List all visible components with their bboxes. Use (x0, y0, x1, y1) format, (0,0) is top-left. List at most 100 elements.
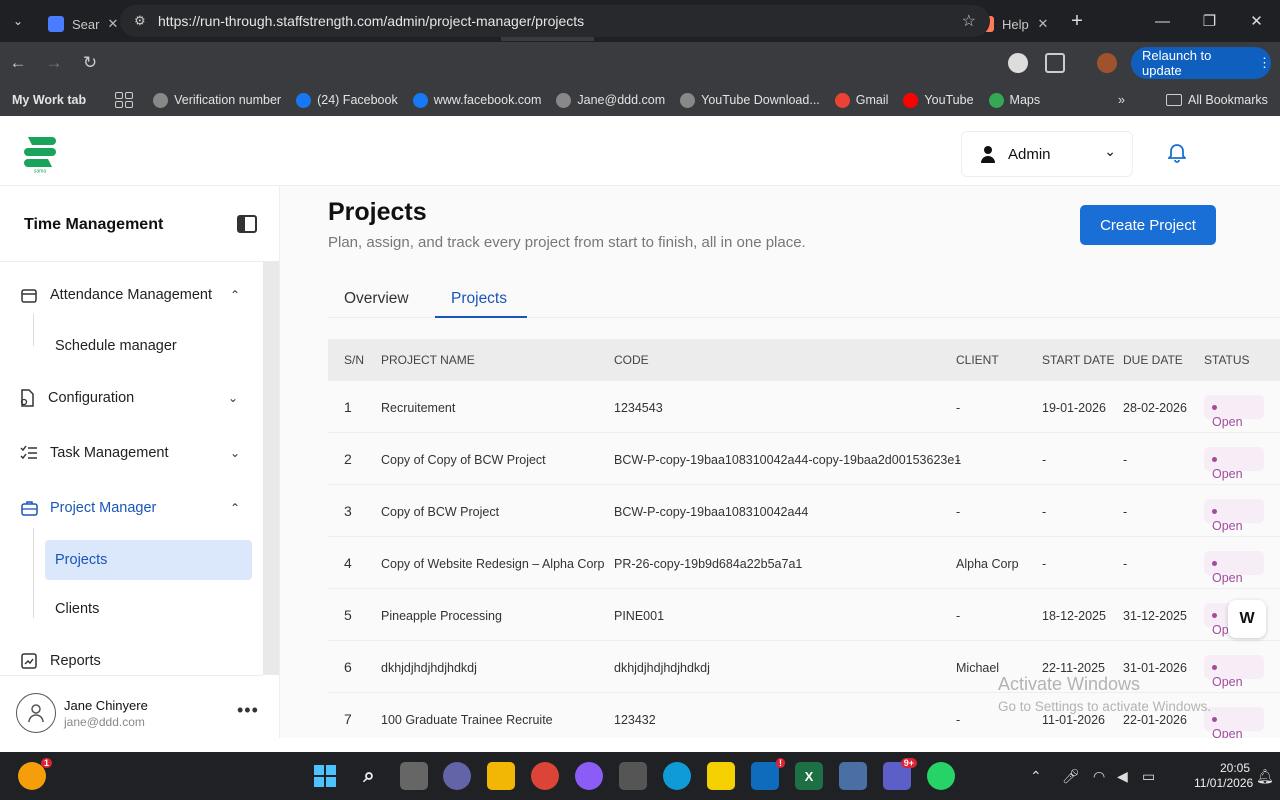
file-explorer-icon[interactable] (487, 762, 515, 790)
url-text[interactable]: https://run-through.staffstrength.com/ad… (158, 13, 584, 29)
table-row[interactable]: 3 Copy of BCW Project BCW-P-copy-19baa1083… (328, 485, 1280, 537)
new-tab-button[interactable]: + (1059, 10, 1095, 33)
sidebar-collapse-icon[interactable] (237, 215, 257, 233)
bookmark-item[interactable]: Gmail (834, 92, 888, 108)
browser-tab[interactable]: Sear ✕ (36, 7, 129, 41)
microphone-icon[interactable]: 🎤︎ (1062, 768, 1080, 785)
bookmark-item[interactable]: YouTube (903, 92, 974, 108)
more-options-icon[interactable]: ••• (237, 700, 259, 721)
back-button[interactable]: ← (0, 53, 36, 73)
row-code: dkhjdjhdjhdjhdkdj (614, 661, 710, 675)
sidebar-item-schedule-manager[interactable]: Schedule manager (55, 338, 177, 354)
bookmark-item[interactable]: (24) Facebook (296, 92, 398, 108)
bookmark-item[interactable]: www.facebook.com (412, 92, 542, 108)
status-dot-icon (1212, 508, 1217, 514)
bookmark-item[interactable]: Maps (988, 92, 1040, 108)
tab-projects[interactable]: Projects (451, 290, 507, 308)
restore-button[interactable]: ❐ (1186, 0, 1233, 42)
copilot-icon[interactable] (575, 762, 603, 790)
volume-icon[interactable]: ◀ (1117, 768, 1128, 785)
sidebar-item-attendance-management[interactable]: Attendance Management ⌃ (20, 275, 250, 315)
close-tab-icon[interactable]: ✕ (1035, 16, 1051, 32)
task-view-icon[interactable] (400, 762, 428, 790)
bookmark-label: www.facebook.com (433, 93, 542, 107)
forward-button[interactable]: → (36, 53, 72, 73)
all-bookmarks-button[interactable]: All Bookmarks (1166, 93, 1268, 107)
bookmark-star-icon[interactable]: ☆ (962, 11, 976, 31)
extensions-puzzle-icon[interactable] (1045, 53, 1065, 73)
excel-icon[interactable]: X (795, 762, 823, 790)
profile-avatar[interactable] (1097, 53, 1117, 73)
notification-center-icon[interactable]: 🔔︎ (1256, 768, 1274, 785)
more-bookmarks-chevron-icon[interactable]: » (1118, 93, 1125, 107)
show-hidden-icons-chevron[interactable]: ⌃ (1030, 768, 1042, 785)
row-client: - (956, 713, 961, 727)
site-info-icon[interactable]: ⚙ (134, 13, 156, 29)
close-window-button[interactable]: ✕ (1233, 0, 1280, 42)
chrome-icon[interactable] (531, 762, 559, 790)
user-email: jane@ddd.com (64, 715, 145, 729)
status-dot-icon (1212, 456, 1217, 462)
user-name: Jane Chinyere (64, 698, 148, 713)
extension-w-icon[interactable] (1008, 53, 1028, 73)
more-menu-icon[interactable]: ⋮ (1258, 55, 1271, 71)
sidebar-scrollbar[interactable] (263, 261, 279, 675)
tab-overview[interactable]: Overview (344, 290, 409, 308)
apps-grid-icon[interactable] (115, 92, 134, 108)
bookmark-item[interactable]: YouTube Download... (680, 92, 820, 108)
table-row[interactable]: 2 Copy of Copy of BCW Project BCW-P-copy-1… (328, 433, 1280, 485)
status-dot-icon (1212, 560, 1217, 566)
teams-icon[interactable]: 9+ (883, 758, 917, 790)
outlook-icon[interactable]: ! (751, 758, 785, 790)
bookmark-item[interactable]: Jane@ddd.com (556, 92, 666, 108)
battery-icon[interactable]: ▭ (1142, 768, 1155, 785)
row-start-date: - (1042, 557, 1047, 571)
notification-bell-button[interactable] (1160, 136, 1194, 170)
whatsapp-icon[interactable] (927, 762, 955, 790)
chevron-down-icon: ⌄ (227, 391, 238, 405)
row-due-date: 31-01-2026 (1123, 661, 1187, 675)
sidebar-item-task-management[interactable]: Task Management ⌄ (20, 433, 250, 473)
bookmark-label: Jane@ddd.com (577, 93, 666, 107)
globe-icon (556, 92, 572, 108)
bookmark-my-work-tab[interactable]: My Work tab (12, 93, 86, 107)
weather-widget-icon[interactable]: 1 (18, 758, 52, 790)
browser-toolbar: ← → ↻ (0, 42, 1280, 84)
row-due-date: - (1123, 505, 1128, 519)
sidebar-title: Time Management (24, 216, 164, 233)
meet-icon[interactable] (443, 762, 471, 790)
calculator-icon[interactable] (839, 762, 867, 790)
sidebar-item-project-manager[interactable]: Project Manager ⌃ (20, 488, 250, 528)
admin-dropdown[interactable]: Admin ⌄ (961, 131, 1133, 177)
minimize-button[interactable]: — (1139, 0, 1186, 42)
sidebar-item-label: Reports (50, 653, 101, 669)
chevron-up-icon: ⌃ (229, 288, 240, 302)
person-icon (153, 92, 169, 108)
status-label: Open (1212, 467, 1243, 481)
wifi-icon[interactable]: ◠ (1093, 768, 1105, 785)
sidebar-item-projects[interactable]: Projects (45, 540, 252, 580)
table-row[interactable]: 5 Pineapple Processing PINE001 - 18-12-2025 3… (328, 589, 1280, 641)
create-project-button[interactable]: Create Project (1080, 205, 1216, 245)
sidebar-item-configuration[interactable]: Configuration ⌄ (18, 378, 248, 418)
column-header-sn: S/N (344, 353, 365, 367)
table-row[interactable]: 1 Recruitement 1234543 - 19-01-2026 28-02-202… (328, 381, 1280, 433)
row-start-date: 22-11-2025 (1042, 661, 1106, 675)
edge-icon[interactable] (663, 762, 691, 790)
floating-widget-w-icon[interactable]: W (1228, 600, 1266, 638)
sidebar-item-clients[interactable]: Clients (55, 601, 99, 617)
tab-search-menu-button[interactable]: ⌄ (0, 0, 36, 42)
close-tab-icon[interactable]: ✕ (105, 16, 121, 32)
bookmark-item[interactable]: Verification number (153, 92, 281, 108)
windows-start-icon[interactable] (311, 762, 339, 790)
avatar[interactable] (16, 693, 56, 733)
store-icon[interactable] (619, 762, 647, 790)
folder-icon (1166, 94, 1182, 106)
address-bar[interactable]: ⚙ https://run-through.staffstrength.com/… (120, 5, 990, 37)
system-clock[interactable]: 20:05 11/01/2026 (1194, 761, 1253, 791)
reload-button[interactable]: ↻ (72, 53, 108, 73)
sticky-notes-icon[interactable] (707, 762, 735, 790)
table-row[interactable]: 4 Copy of Website Redesign – Alpha Corp PR… (328, 537, 1280, 589)
search-icon[interactable]: ⌕ (355, 762, 383, 790)
relaunch-to-update-button[interactable]: Relaunch to update ⋮ (1131, 47, 1271, 79)
